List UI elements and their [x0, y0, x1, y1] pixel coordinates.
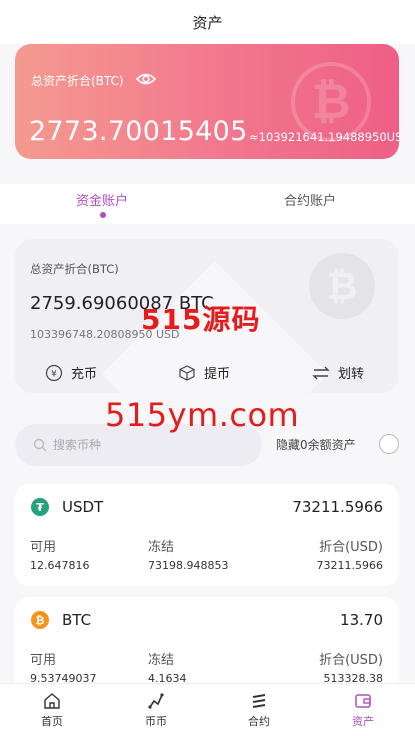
watermark-url: 515ym.com [105, 396, 300, 434]
available-header: 可用 [30, 653, 57, 668]
btc-watermark-icon: ₿ [309, 253, 375, 319]
coin-name: BTC [62, 611, 92, 629]
hero-label: 总资产折合(BTC) [31, 74, 124, 88]
available-header: 可用 [30, 540, 57, 555]
watermark-text: 515源码 [141, 303, 261, 336]
usdt-logo-icon: ₮ [31, 498, 49, 516]
yen-icon: ¥ [45, 364, 63, 382]
frozen-header: 冻结 [148, 540, 175, 555]
box-icon [178, 364, 196, 382]
nav-contract[interactable]: 合约 [207, 684, 311, 736]
usd-header: 折合(USD) [319, 653, 383, 668]
frozen-value: 73198.948853 [148, 559, 229, 572]
hide-zero-toggle[interactable] [379, 434, 399, 454]
hero-btc-total: 2773.70015405 [29, 116, 248, 147]
search-icon [33, 438, 47, 452]
transfer-icon [312, 364, 330, 382]
withdraw-label: 提币 [204, 367, 231, 382]
btc-logo-icon: ₿ [31, 611, 49, 629]
nav-home[interactable]: 首页 [0, 684, 104, 736]
usd-header: 折合(USD) [319, 540, 383, 555]
account-label: 总资产折合(BTC) [30, 262, 119, 276]
coin-card-usdt[interactable]: ₮ USDT 73211.5966 可用 冻结 折合(USD) 12.64781… [15, 484, 399, 586]
nav-exchange[interactable]: 币币 [104, 684, 208, 736]
transfer-button[interactable]: 划转 [312, 363, 364, 382]
deposit-label: 充币 [71, 367, 98, 382]
available-value: 12.647816 [30, 559, 90, 572]
coin-total: 73211.5966 [292, 498, 383, 516]
account-tabs: 资金账户 合约账户 [0, 184, 415, 224]
nav-assets-label: 资产 [352, 715, 374, 728]
transfer-label: 划转 [338, 367, 365, 382]
top-bar: 资产 [0, 0, 415, 44]
nav-contract-label: 合约 [248, 715, 270, 728]
deposit-button[interactable]: ¥ 充币 [45, 363, 97, 382]
coin-name: USDT [62, 498, 104, 516]
eye-icon[interactable] [136, 72, 156, 86]
usd-value: 73211.5966 [316, 559, 383, 572]
page-title: 资产 [192, 13, 223, 32]
home-icon [43, 692, 61, 710]
frozen-header: 冻结 [148, 653, 175, 668]
tab-contract-account[interactable]: 合约账户 [284, 190, 336, 209]
contract-icon [250, 692, 268, 710]
tab-funding-account[interactable]: 资金账户 [76, 190, 128, 209]
svg-text:¥: ¥ [51, 369, 57, 379]
search-input[interactable] [53, 438, 233, 452]
wallet-icon [354, 692, 372, 710]
withdraw-button[interactable]: 提币 [178, 363, 230, 382]
active-tab-indicator [100, 212, 106, 218]
hero-usd-total: ≈103921641.19488950USD [249, 130, 399, 144]
asset-summary-card: ₿ 总资产折合(BTC) 2773.70015405 ≈103921641.19… [15, 44, 399, 159]
nav-home-label: 首页 [41, 715, 63, 728]
hide-zero-label: 隐藏0余额资产 [276, 438, 356, 452]
bottom-navigation: 首页 币币 合约 资产 [0, 683, 415, 736]
coin-card-btc[interactable]: ₿ BTC 13.70 可用 冻结 折合(USD) 9.53749037 4.1… [15, 597, 399, 695]
nav-exchange-label: 币币 [145, 715, 167, 728]
nav-assets[interactable]: 资产 [311, 684, 415, 736]
coin-total: 13.70 [340, 611, 383, 629]
exchange-icon [147, 692, 165, 710]
